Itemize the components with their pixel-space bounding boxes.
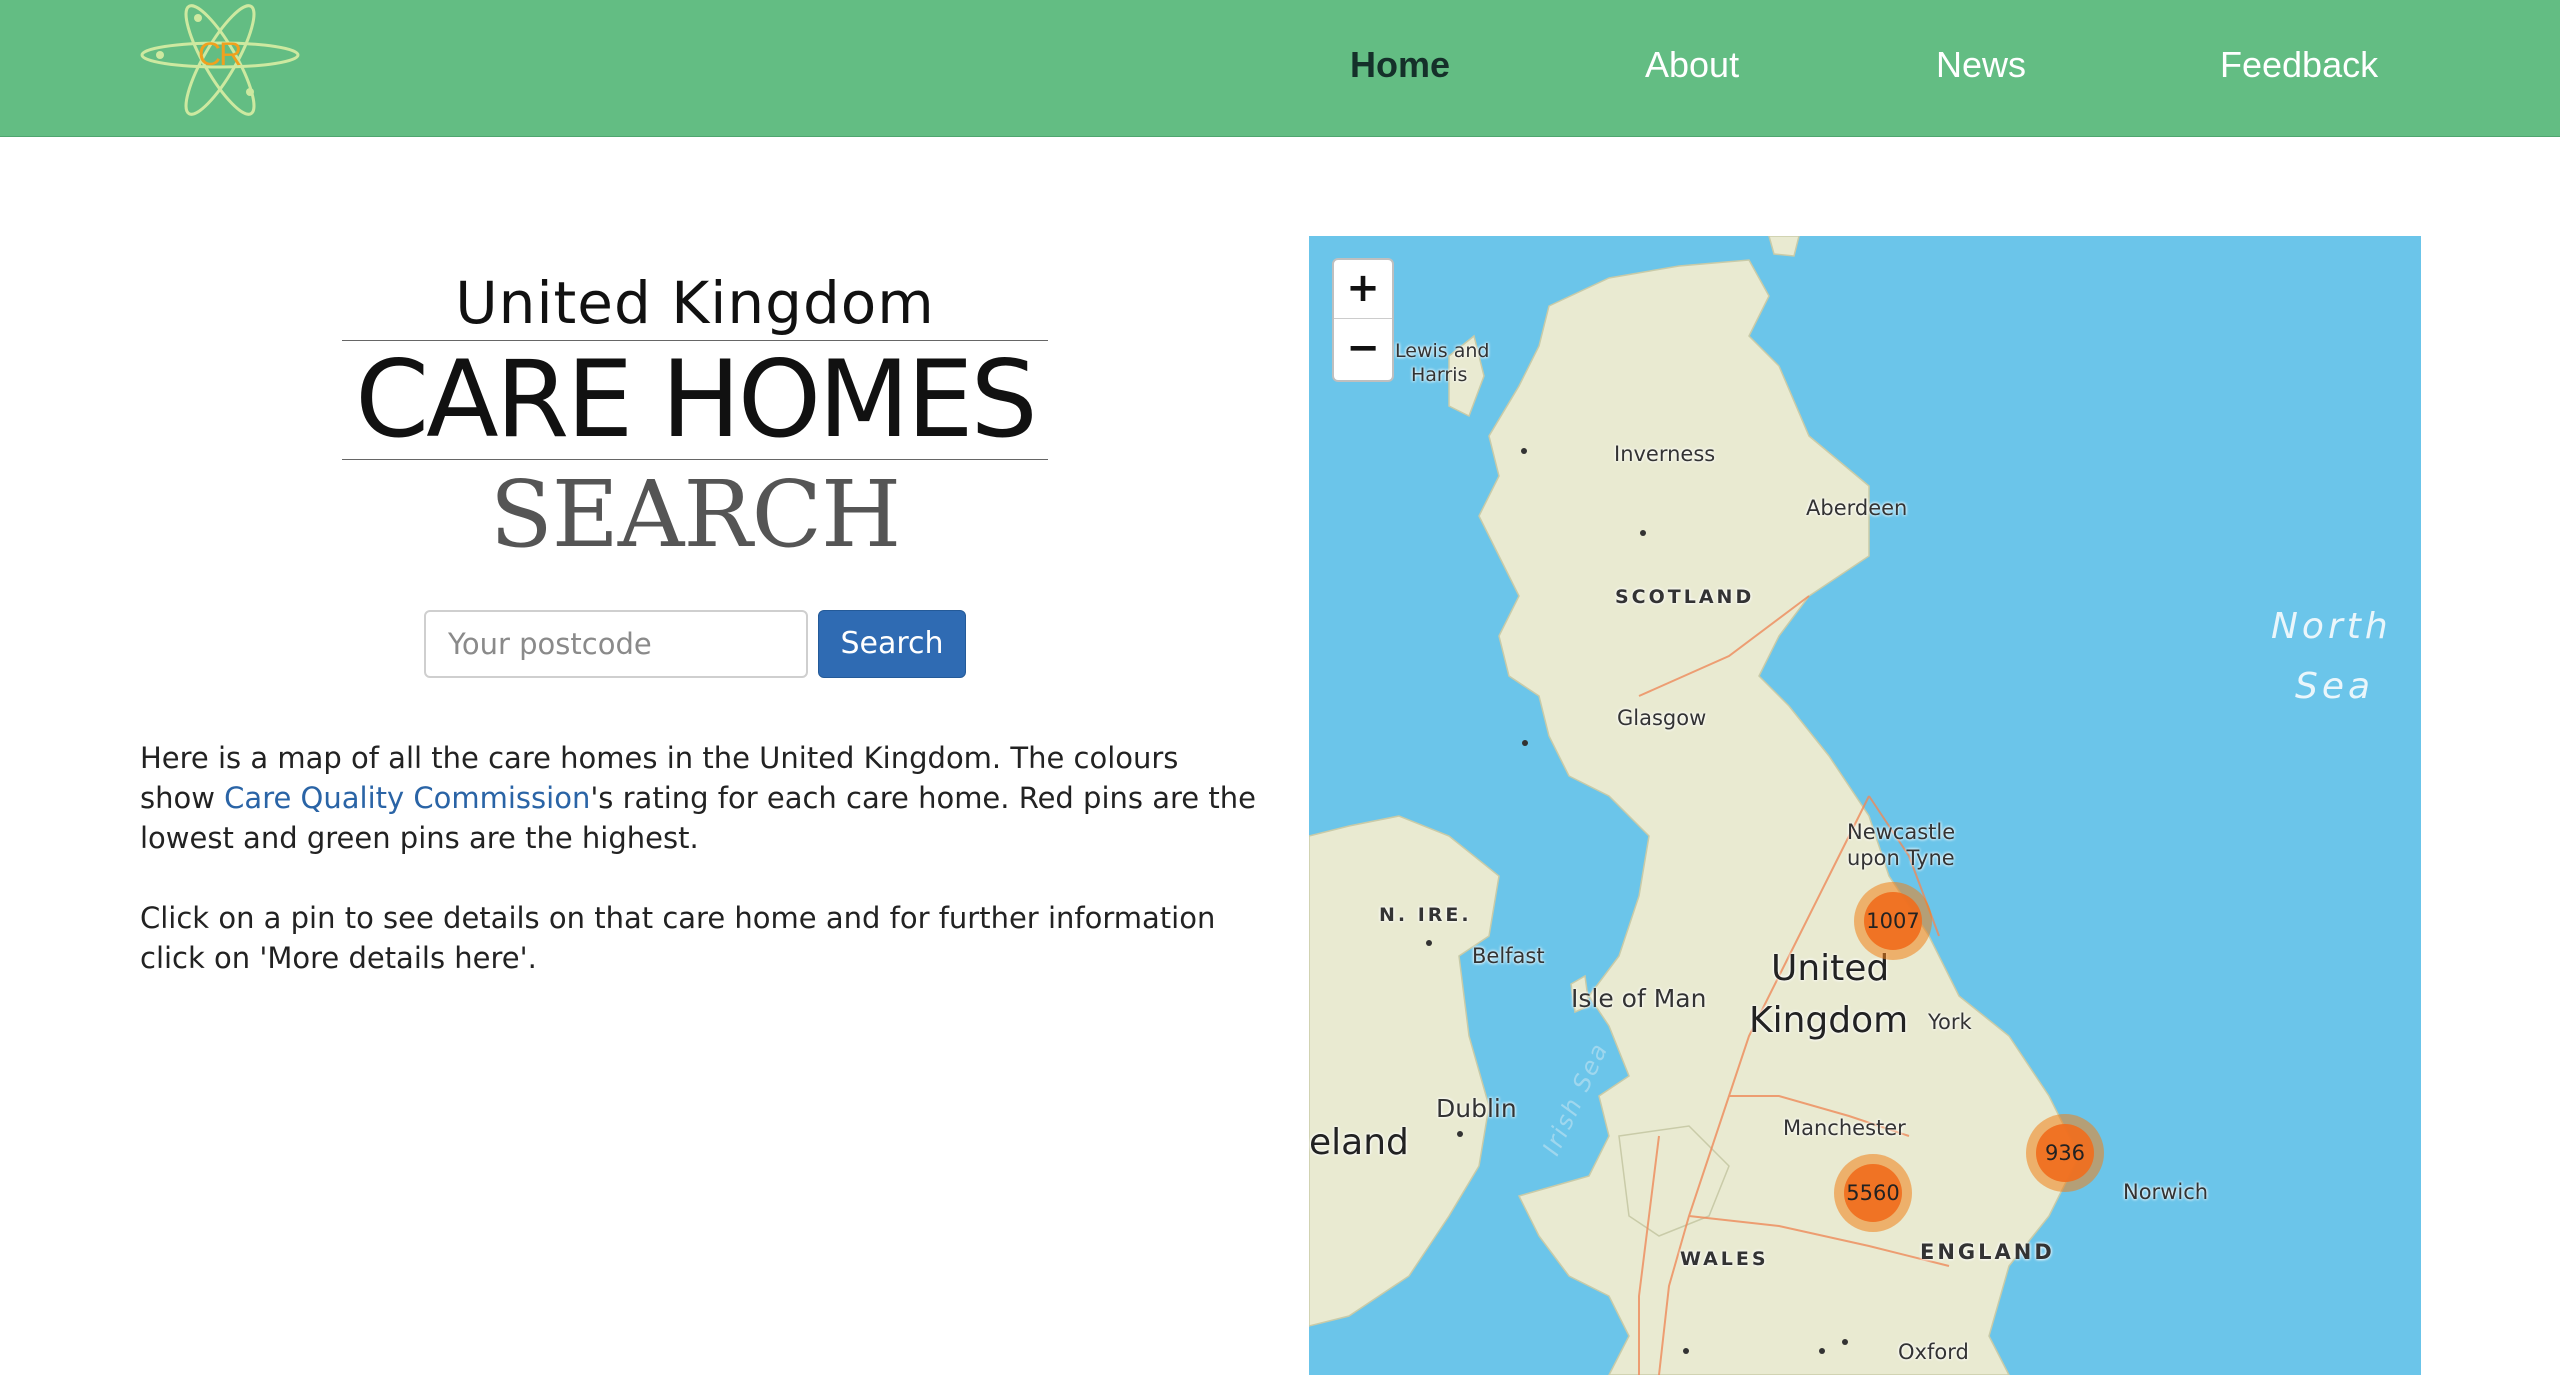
label-england: ENGLAND	[1920, 1240, 2055, 1264]
cluster-marker-east[interactable]: 936	[2026, 1114, 2104, 1192]
label-york: York	[1928, 1010, 1972, 1034]
great-britain-landmass	[1478, 259, 2080, 1375]
orkney	[1768, 236, 1800, 257]
label-scotland: SCOTLAND	[1615, 586, 1755, 608]
label-norwich: Norwich	[2123, 1180, 2209, 1204]
label-glasgow: Glasgow	[1617, 706, 1707, 730]
label-kingdom: Kingdom	[1749, 1000, 1909, 1041]
uk-care-homes-map[interactable]: + − Lewis and Harris Inverness Aberdeen …	[1309, 236, 2421, 1375]
label-newcastle: Newcastle	[1847, 820, 1956, 844]
nav-feedback[interactable]: Feedback	[2220, 44, 2378, 86]
zoom-out-button[interactable]: −	[1334, 320, 1392, 378]
cluster-count: 5560	[1844, 1164, 1902, 1222]
label-isle-of-man: Isle of Man	[1571, 984, 1707, 1013]
label-aberdeen: Aberdeen	[1806, 496, 1908, 520]
logo-line-care-homes: CARE HOMES	[355, 338, 1038, 461]
label-sea: Sea	[2295, 666, 2375, 707]
cluster-count: 936	[2036, 1124, 2094, 1182]
label-upon-tyne: upon Tyne	[1847, 846, 1955, 870]
cluster-marker-midlands[interactable]: 5560	[1834, 1154, 1912, 1232]
nav-about[interactable]: About	[1645, 44, 1739, 86]
intro-paragraph-1: Here is a map of all the care homes in t…	[140, 738, 1260, 858]
label-inverness: Inverness	[1614, 442, 1716, 466]
zoom-in-button[interactable]: +	[1334, 260, 1392, 319]
logo-line-search: SEARCH	[489, 461, 902, 568]
label-ireland: eland	[1309, 1122, 1409, 1163]
label-belfast: Belfast	[1472, 944, 1545, 968]
label-oxford: Oxford	[1898, 1340, 1969, 1364]
site-logo[interactable]: CR	[138, 0, 302, 126]
logo-letters: CR	[198, 36, 242, 72]
care-homes-logo: United Kingdom CARE HOMES SEARCH	[340, 268, 1050, 570]
label-harris: Harris	[1411, 364, 1468, 386]
intro-paragraph-2: Click on a pin to see details on that ca…	[140, 901, 1216, 975]
top-navbar: CR Home About News Feedback	[0, 0, 2560, 137]
label-dublin: Dublin	[1436, 1094, 1517, 1123]
cqc-link[interactable]: Care Quality Commission	[224, 781, 590, 815]
label-manchester: Manchester	[1783, 1116, 1906, 1140]
postcode-input[interactable]	[424, 610, 808, 678]
label-n-ire: N. IRE.	[1379, 904, 1472, 926]
search-button[interactable]: Search	[818, 610, 966, 678]
ireland-landmass	[1309, 815, 1500, 1327]
label-wales: WALES	[1680, 1248, 1769, 1270]
nav-news[interactable]: News	[1936, 44, 2026, 86]
logo-line-united-kingdom: United Kingdom	[455, 269, 935, 337]
intro-text: Here is a map of all the care homes in t…	[140, 738, 1260, 1018]
label-lewis: Lewis and	[1395, 340, 1490, 362]
cluster-marker-north[interactable]: 1007	[1854, 882, 1932, 960]
nav-home[interactable]: Home	[1350, 44, 1450, 86]
label-north: North	[2271, 606, 2392, 647]
zoom-control: + −	[1332, 258, 1394, 382]
cluster-count: 1007	[1864, 892, 1922, 950]
